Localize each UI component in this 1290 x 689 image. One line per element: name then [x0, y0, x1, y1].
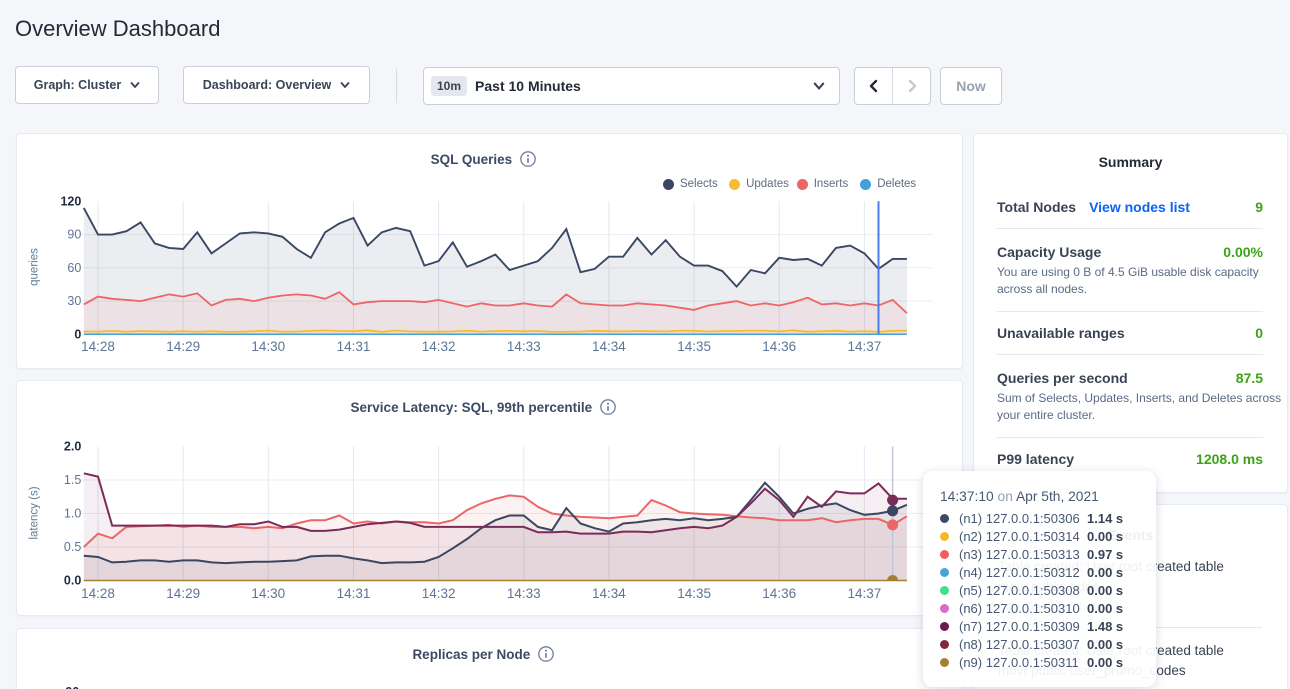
svg-text:1.5: 1.5	[64, 473, 81, 487]
svg-text:14:37: 14:37	[847, 586, 881, 601]
svg-text:14:29: 14:29	[166, 339, 200, 354]
svg-text:14:29: 14:29	[166, 586, 200, 601]
svg-text:90: 90	[65, 685, 79, 689]
svg-text:14:36: 14:36	[762, 339, 796, 354]
svg-text:14:37: 14:37	[847, 339, 881, 354]
svg-text:14:34: 14:34	[592, 586, 626, 601]
svg-text:14:35: 14:35	[677, 586, 711, 601]
svg-text:0.5: 0.5	[64, 540, 81, 554]
svg-text:queries: queries	[28, 248, 40, 286]
svg-text:14:33: 14:33	[507, 586, 541, 601]
svg-text:90: 90	[67, 228, 81, 242]
svg-text:2.0: 2.0	[64, 440, 81, 454]
svg-text:60: 60	[67, 261, 81, 275]
svg-text:latency (s): latency (s)	[28, 486, 40, 539]
svg-text:14:28: 14:28	[81, 586, 115, 601]
svg-text:14:34: 14:34	[592, 339, 626, 354]
svg-text:14:33: 14:33	[507, 339, 541, 354]
svg-text:14:35: 14:35	[677, 339, 711, 354]
svg-text:14:36: 14:36	[762, 586, 796, 601]
svg-text:120: 120	[60, 194, 81, 208]
svg-text:30: 30	[67, 294, 81, 308]
svg-text:14:30: 14:30	[251, 586, 285, 601]
svg-text:1.0: 1.0	[64, 507, 81, 521]
svg-text:14:31: 14:31	[336, 339, 370, 354]
svg-text:14:31: 14:31	[336, 586, 370, 601]
svg-text:14:32: 14:32	[421, 339, 455, 354]
svg-text:14:32: 14:32	[421, 586, 455, 601]
svg-text:0.0: 0.0	[64, 574, 81, 588]
svg-text:14:30: 14:30	[251, 339, 285, 354]
svg-text:14:28: 14:28	[81, 339, 115, 354]
